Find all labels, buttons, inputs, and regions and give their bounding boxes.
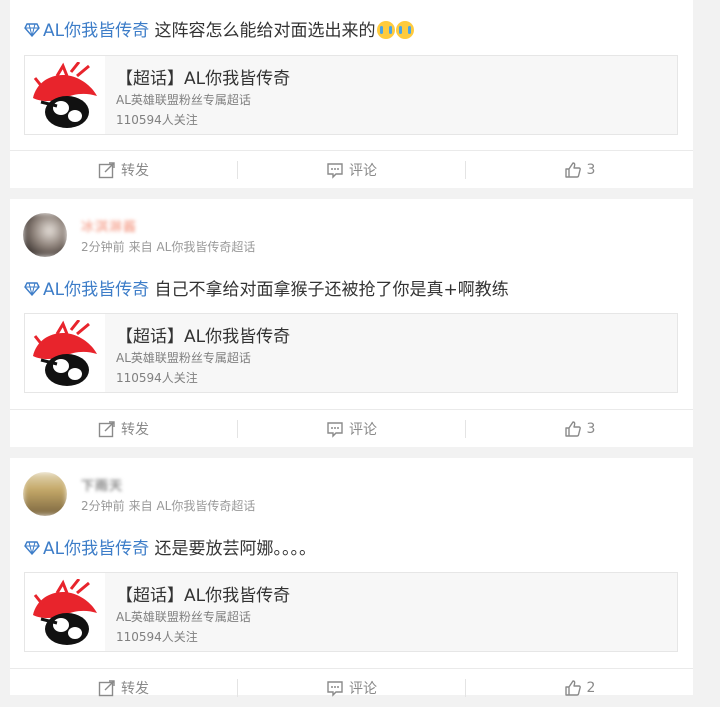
repost-icon (98, 161, 116, 179)
post-body: 还是要放芸阿娜。。。。 (154, 539, 317, 559)
post-meta: 2分钟前 来自 AL你我皆传奇超话 (81, 238, 259, 255)
share-title: 【超话】AL你我皆传奇 (116, 327, 291, 347)
author-nickname[interactable]: 冰淇淋酱 (81, 216, 137, 235)
like-button[interactable]: 3 (466, 151, 693, 189)
comment-label: 评论 (349, 163, 377, 179)
supertopic-share-card[interactable]: 【超话】AL你我皆传奇 AL英雄联盟粉丝专属超话 110594人关注 (24, 313, 678, 393)
post-body: 自己不拿给对面拿猴子还被抢了你是真+啊教练 (154, 280, 509, 300)
topic-link[interactable]: AL你我皆传奇 (24, 280, 149, 300)
action-bar: 转发 评论 3 (10, 409, 693, 448)
topic-label: AL你我皆传奇 (43, 539, 150, 559)
topic-label: AL你我皆传奇 (43, 21, 150, 41)
comment-icon (326, 161, 344, 179)
crying-emoji-icon (376, 21, 395, 39)
comment-label: 评论 (349, 681, 377, 697)
topic-link[interactable]: AL你我皆传奇 (24, 21, 149, 41)
supertopic-logo (25, 573, 105, 651)
post-time: 2分钟前 (81, 499, 125, 513)
post-card: 冰淇淋酱 2分钟前 来自 AL你我皆传奇超话 AL你我皆传奇 自己不拿给对面拿猴子… (10, 199, 693, 447)
post-body: 这阵容怎么能给对面选出来的 (154, 21, 376, 41)
repost-label: 转发 (121, 422, 149, 438)
post-source[interactable]: 来自 AL你我皆传奇超话 (129, 240, 256, 254)
repost-icon (98, 679, 116, 697)
comment-icon (326, 679, 344, 697)
repost-button[interactable]: 转发 (10, 410, 237, 448)
avatar[interactable] (23, 213, 67, 257)
topic-label: AL你我皆传奇 (43, 280, 150, 300)
repost-button[interactable]: 转发 (10, 151, 237, 189)
post-text: AL你我皆传奇 这阵容怎么能给对面选出来的 (24, 16, 414, 41)
post-text: AL你我皆传奇 还是要放芸阿娜。。。。 (24, 534, 316, 559)
like-icon (564, 420, 582, 438)
like-count: 2 (586, 680, 596, 696)
post-meta: 2分钟前 来自 AL你我皆传奇超话 (81, 497, 259, 514)
like-button[interactable]: 3 (466, 410, 693, 448)
post-text: AL你我皆传奇 自己不拿给对面拿猴子还被抢了你是真+啊教练 (24, 275, 509, 300)
action-bar: 转发 评论 3 (10, 150, 693, 189)
supertopic-logo (25, 314, 105, 392)
like-icon (564, 679, 582, 697)
repost-icon (98, 420, 116, 438)
supertopic-logo (25, 56, 105, 134)
repost-label: 转发 (121, 681, 149, 697)
share-followers: 110594人关注 (116, 630, 198, 644)
share-desc: AL英雄联盟粉丝专属超话 (116, 610, 251, 624)
supertopic-share-card[interactable]: 【超话】AL你我皆传奇 AL英雄联盟粉丝专属超话 110594人关注 (24, 572, 678, 652)
comment-label: 评论 (349, 422, 377, 438)
author-nickname[interactable]: 下雨天 (81, 475, 123, 494)
share-title: 【超话】AL你我皆传奇 (116, 69, 291, 89)
share-desc: AL英雄联盟粉丝专属超话 (116, 93, 251, 107)
post-source[interactable]: 来自 AL你我皆传奇超话 (129, 499, 256, 513)
share-desc: AL英雄联盟粉丝专属超话 (116, 351, 251, 365)
comment-button[interactable]: 评论 (238, 410, 465, 448)
like-icon (564, 161, 582, 179)
repost-button[interactable]: 转发 (10, 669, 237, 707)
diamond-icon (24, 541, 40, 555)
share-title: 【超话】AL你我皆传奇 (116, 586, 291, 606)
comment-icon (326, 420, 344, 438)
like-count: 3 (586, 421, 596, 437)
topic-link[interactable]: AL你我皆传奇 (24, 539, 149, 559)
repost-label: 转发 (121, 163, 149, 179)
share-followers: 110594人关注 (116, 371, 198, 385)
comment-button[interactable]: 评论 (238, 669, 465, 707)
post-time: 2分钟前 (81, 240, 125, 254)
post-card: 下雨天 2分钟前 来自 AL你我皆传奇超话 AL你我皆传奇 还是要放芸阿娜。。。。… (10, 458, 693, 697)
like-count: 3 (586, 162, 596, 178)
post-card: AL你我皆传奇 这阵容怎么能给对面选出来的 【超话】AL你我皆传奇 AL英雄联盟… (10, 0, 693, 188)
avatar[interactable] (23, 472, 67, 516)
diamond-icon (24, 23, 40, 37)
action-bar: 转发 评论 2 (10, 668, 693, 707)
supertopic-share-card[interactable]: 【超话】AL你我皆传奇 AL英雄联盟粉丝专属超话 110594人关注 (24, 55, 678, 135)
comment-button[interactable]: 评论 (238, 151, 465, 189)
diamond-icon (24, 282, 40, 296)
like-button[interactable]: 2 (466, 669, 693, 707)
crying-emoji-icon (395, 21, 414, 39)
share-followers: 110594人关注 (116, 113, 198, 127)
